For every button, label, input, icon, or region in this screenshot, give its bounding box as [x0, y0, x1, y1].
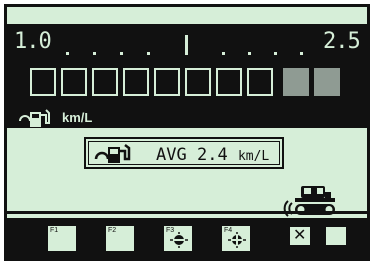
scale-center-tick — [185, 35, 188, 55]
f2-label: F2 — [108, 227, 117, 234]
gauge-max-label: 2.5 — [323, 29, 361, 54]
average-fuel-economy-box: AVG 2.4 km/L — [84, 137, 284, 169]
scale-dot — [66, 52, 69, 55]
scale-dot — [147, 52, 150, 55]
gauge-scale: 1.0 2.5 — [4, 27, 370, 61]
f1-button[interactable]: F1 — [47, 225, 77, 252]
average-value: 2.4 — [196, 145, 228, 165]
fuel-economy-screen: 1.0 2.5 km/L AVG 2.4 km/L F1 F2 F3 F4 ✕ — [4, 4, 370, 261]
bar-segment — [216, 68, 242, 96]
f4-button[interactable]: F4 — [221, 225, 251, 252]
close-button[interactable]: ✕ — [290, 225, 310, 245]
lamp-off-icon — [170, 232, 188, 248]
fuel-pump-icon — [19, 109, 50, 127]
bar-segment — [123, 68, 149, 96]
f3-button[interactable]: F3 — [163, 225, 193, 252]
average-readout: AVG 2.4 km/L — [156, 145, 269, 165]
scale-dot — [274, 52, 277, 55]
scale-dot — [222, 52, 225, 55]
bar-segment — [247, 68, 273, 96]
scale-dot — [248, 52, 251, 55]
average-label: AVG — [156, 145, 187, 165]
blank-button[interactable] — [326, 227, 346, 245]
lamp-on-icon — [228, 232, 246, 248]
bar-segment — [185, 68, 211, 96]
gauge-unit-row: km/L — [18, 108, 92, 131]
close-icon: ✕ — [293, 225, 307, 244]
function-key-bar: F1 F2 F3 F4 ✕ — [4, 218, 370, 261]
scale-dot — [300, 52, 303, 55]
scale-dot — [120, 52, 123, 55]
gauge-min-label: 1.0 — [14, 29, 52, 54]
average-unit: km/L — [237, 149, 270, 164]
f1-label: F1 — [50, 227, 59, 234]
bar-segment — [30, 68, 56, 96]
f2-button[interactable]: F2 — [105, 225, 135, 252]
bar-segment-filled — [314, 68, 340, 96]
gauge-unit-label: km/L — [62, 110, 93, 125]
bar-segment — [92, 68, 118, 96]
fuel-gauge-panel: 1.0 2.5 km/L — [4, 24, 370, 128]
bar-segment — [61, 68, 87, 96]
ground-line — [4, 211, 370, 214]
fuel-pump-icon — [94, 144, 131, 163]
scale-dot — [93, 52, 96, 55]
bar-segment — [154, 68, 180, 96]
bar-segment-filled — [283, 68, 309, 96]
